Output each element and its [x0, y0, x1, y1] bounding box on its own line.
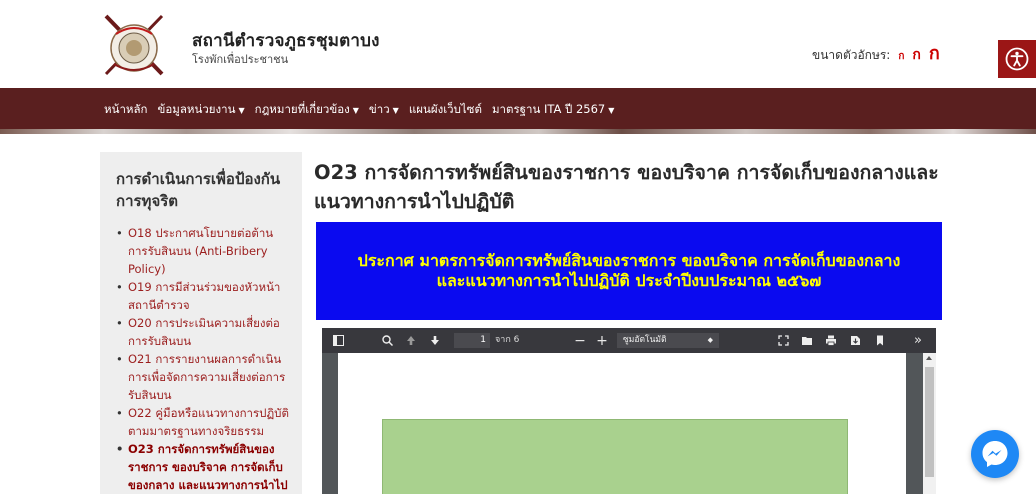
banner-text: ประกาศ มาตรการจัดการทรัพย์สินของราชการ ข…: [357, 251, 901, 290]
site-subtitle: โรงพักเพื่อประชาชน: [192, 53, 289, 66]
open-file-icon[interactable]: [798, 328, 816, 353]
scrollbar-thumb[interactable]: [925, 367, 934, 477]
search-icon[interactable]: [378, 328, 396, 353]
zoom-out-icon[interactable]: −: [572, 328, 588, 353]
chevron-down-icon: ▼: [238, 106, 245, 115]
pdf-viewer: 1 จาก 6 − + ซูมอัตโนมัติ ◆ »: [322, 328, 936, 494]
tools-menu-icon[interactable]: »: [908, 328, 928, 353]
sidebar-toggle-icon[interactable]: [328, 328, 348, 353]
nav-item-home[interactable]: หน้าหลัก: [104, 101, 148, 119]
announcement-banner: ประกาศ มาตรการจัดการทรัพย์สินของราชการ ข…: [316, 222, 942, 320]
sidebar-item-o18[interactable]: O18 ประกาศนโยบายต่อต้านการรับสินบน (Anti…: [116, 224, 290, 278]
font-size-large-button[interactable]: ก: [929, 38, 940, 67]
accessibility-button[interactable]: [998, 40, 1036, 78]
page-count: จาก 6: [495, 335, 520, 345]
main-nav: หน้าหลัก ข้อมูลหน่วยงาน ▼ กฎหมายที่เกี่ยว…: [0, 88, 1036, 132]
page-number-input[interactable]: 1: [454, 333, 490, 348]
site-header: สถานีตำรวจภูธรชุมตาบง โรงพักเพื่อประชาชน…: [0, 0, 1036, 88]
nav-item-agency-info[interactable]: ข้อมูลหน่วยงาน ▼: [158, 101, 245, 119]
messenger-chat-button[interactable]: [971, 430, 1019, 478]
sidebar-item-o20[interactable]: O20 การประเมินความเสี่ยงต่อการรับสินบน: [116, 314, 290, 350]
sidebar-list: O18 ประกาศนโยบายต่อต้านการรับสินบน (Anti…: [116, 224, 290, 494]
zoom-select-value: ซูมอัตโนมัติ: [623, 335, 667, 345]
nav-item-laws[interactable]: กฎหมายที่เกี่ยวข้อง ▼: [255, 101, 359, 119]
messenger-icon: [982, 441, 1008, 467]
presentation-mode-icon[interactable]: [774, 328, 792, 353]
pdf-scrollbar[interactable]: [923, 353, 936, 494]
chevron-down-icon: ▼: [392, 106, 399, 115]
sidebar-item-o19[interactable]: O19 การมีส่วนร่วมของหัวหน้าสถานีตำรวจ: [116, 278, 290, 314]
sidebar-item-o22[interactable]: O22 คู่มือหรือแนวทางการปฏิบัติตามมาตรฐาน…: [116, 404, 290, 440]
zoom-in-icon[interactable]: +: [594, 328, 610, 353]
bookmark-icon[interactable]: [872, 328, 888, 353]
font-size-small-button[interactable]: ก: [898, 49, 904, 64]
chevron-down-icon: ◆: [707, 336, 713, 344]
header-banner-strip: [0, 129, 1036, 134]
pdf-page-content-block: [382, 419, 848, 494]
font-size-medium-button[interactable]: ก: [912, 44, 920, 66]
print-icon[interactable]: [822, 328, 840, 353]
pdf-toolbar: 1 จาก 6 − + ซูมอัตโนมัติ ◆ »: [322, 328, 936, 353]
police-station-logo[interactable]: [102, 12, 166, 78]
zoom-select[interactable]: ซูมอัตโนมัติ ◆: [617, 333, 719, 348]
chevron-down-icon: ▼: [608, 106, 615, 115]
nav-item-news[interactable]: ข่าว ▼: [369, 101, 399, 119]
download-icon[interactable]: [846, 328, 864, 353]
chevron-down-icon: ▼: [352, 106, 359, 115]
sidebar: การดำเนินการเพื่อป้องกันการทุจริต O18 ปร…: [100, 152, 302, 494]
font-size-label: ขนาดตัวอักษร:: [812, 48, 891, 62]
nav-item-sitemap[interactable]: แผนผังเว็บไซต์: [409, 101, 482, 119]
pdf-page: [338, 353, 906, 494]
sidebar-item-o21[interactable]: O21 การรายงานผลการดำเนินการเพื่อจัดการคว…: [116, 350, 290, 404]
accessibility-icon: [1005, 47, 1029, 71]
scroll-up-icon[interactable]: [926, 356, 932, 360]
next-page-icon[interactable]: [426, 328, 444, 353]
sidebar-item-o23[interactable]: O23 การจัดการทรัพย์สินของราชการ ของบริจา…: [116, 440, 290, 494]
sidebar-title: การดำเนินการเพื่อป้องกันการทุจริต: [116, 170, 281, 210]
previous-page-icon[interactable]: [402, 328, 420, 353]
nav-item-ita[interactable]: มาตรฐาน ITA ปี 2567 ▼: [492, 101, 614, 119]
page-title: O23 การจัดการทรัพย์สินของราชการ ของบริจา…: [314, 161, 939, 213]
font-size-control: ขนาดตัวอักษร: ก ก ก: [812, 38, 940, 67]
